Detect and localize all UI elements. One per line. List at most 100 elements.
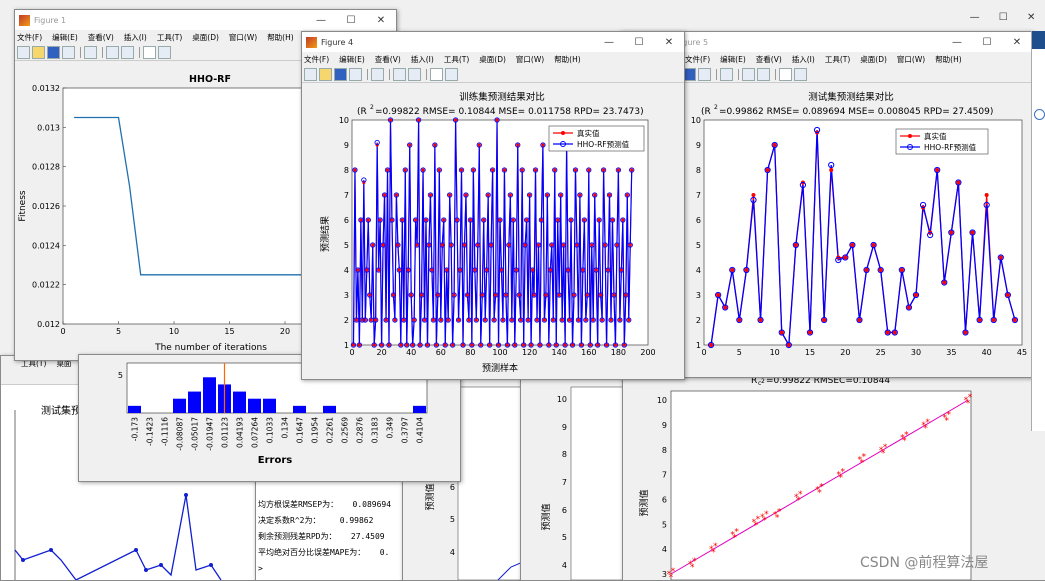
true-value-point [486,193,490,197]
close-button[interactable]: ✕ [654,37,684,48]
maximize-button[interactable]: ☐ [999,12,1008,26]
legend-icon[interactable] [121,45,134,59]
link-icon[interactable] [720,67,733,81]
menu-item[interactable]: 桌面(D) [192,32,219,43]
minimize-button[interactable]: — [942,37,972,48]
background-window-controls: — ☐ ✕ [960,12,1045,26]
close-button[interactable]: ✕ [366,15,396,26]
true-value-point [548,268,552,272]
menu-item[interactable]: 窗口(W) [897,54,925,65]
true-value-point [597,218,601,222]
print-icon[interactable] [62,45,75,59]
menu-item[interactable]: 查看(V) [88,32,114,43]
link-icon[interactable] [84,45,97,59]
close-button[interactable]: ✕ [1027,12,1035,26]
new-figure-icon[interactable] [304,67,317,81]
menu-item[interactable]: 文件(F) [304,54,329,65]
scatter-point: * [902,436,907,446]
true-value-point [491,168,495,172]
y-tick-label: 8 [344,166,349,175]
close-button[interactable]: ✕ [1002,37,1032,48]
link-icon[interactable] [371,67,384,81]
true-value-point [612,293,616,297]
minimize-button[interactable]: — [970,12,980,26]
menu-item[interactable]: 插入(I) [124,32,147,43]
menu-item[interactable]: 插入(I) [411,54,434,65]
property-editor-icon[interactable] [158,45,171,59]
pointer-icon[interactable] [430,67,443,81]
minimize-button[interactable]: — [594,37,624,48]
menu-item[interactable]: 工具(T) [444,54,469,65]
true-value-point [456,318,461,322]
true-value-point [530,268,535,272]
maximize-button[interactable]: ☐ [972,37,1002,48]
open-icon[interactable] [32,45,45,59]
true-value-point [452,293,456,297]
menu-item[interactable]: 编辑(E) [720,54,746,65]
x-tick-label: 15 [805,348,815,357]
menu-item[interactable]: 帮助(H) [935,54,962,65]
property-editor-icon[interactable] [445,67,458,81]
true-value-point [822,318,827,322]
true-value-point [421,168,425,172]
pointer-icon[interactable] [779,67,792,81]
menu-item[interactable]: 工具(T) [157,32,182,43]
menu-item[interactable]: 帮助(H) [554,54,581,65]
property-editor-icon[interactable] [794,67,807,81]
true-value-point [899,268,904,272]
menu-item[interactable]: 文件(F) [685,54,710,65]
menu-item[interactable]: 工具(T) [825,54,850,65]
minimize-button[interactable]: — [306,15,336,26]
colorbar-icon[interactable] [742,67,755,81]
command-window: 均方根误差RMSEP为： 0.089694 决定系数R^2为： 0.99862 … [255,470,407,581]
true-value-point [591,318,595,322]
menu-item[interactable]: 查看(V) [756,54,782,65]
true-value-point [468,218,472,222]
true-value-point [829,168,834,172]
new-figure-icon[interactable] [17,45,30,59]
legend-icon[interactable] [757,67,770,81]
histogram-bar [128,405,141,413]
menu-item[interactable]: 编辑(E) [339,54,365,65]
true-value-point [772,143,777,147]
save-icon[interactable] [47,45,60,59]
legend-icon[interactable] [408,67,421,81]
pointer-icon[interactable] [143,45,156,59]
y-tick-label: 7 [696,191,701,200]
menu-item[interactable]: 窗口(W) [229,32,257,43]
plot-title: 测试集预测结果对比 [808,91,894,103]
true-value-point [600,318,604,322]
true-value-point [1005,293,1010,297]
blue-side-tab[interactable] [1032,31,1045,49]
calibration-scatter-plot: R c 2 =0.99822 RMSEC=0.10844 预测值 3456789… [638,376,973,580]
colorbar-icon[interactable] [106,45,119,59]
menu-item[interactable]: 文件(F) [17,32,42,43]
maximize-button[interactable]: ☐ [624,37,654,48]
menu-item[interactable]: 桌面(D) [860,54,887,65]
true-value-point [554,343,558,347]
print-icon[interactable] [349,67,362,81]
menu-item[interactable]: 编辑(E) [52,32,78,43]
search-icon[interactable] [1034,109,1045,120]
menu-item[interactable]: 桌面(D) [479,54,506,65]
true-value-point [914,293,918,297]
menu-item[interactable]: 帮助(H) [267,32,294,43]
print-icon[interactable] [698,67,711,81]
true-value-point [391,293,396,297]
save-icon[interactable] [334,67,347,81]
true-value-point [519,318,523,322]
svg-text:4: 4 [562,561,567,570]
svg-text:8: 8 [562,450,567,459]
open-icon[interactable] [319,67,332,81]
colorbar-icon[interactable] [393,67,406,81]
menu-item[interactable]: 窗口(W) [516,54,544,65]
maximize-button[interactable]: ☐ [336,15,366,26]
y-tick-label: 1 [696,341,701,350]
menu-item[interactable]: 插入(I) [792,54,815,65]
true-value-point [567,318,572,322]
true-value-point [579,343,583,347]
svg-text:10: 10 [557,395,567,404]
y-tick-label: 10 [691,116,701,125]
menu-item[interactable]: 查看(V) [375,54,401,65]
x-tick-label: 40 [406,348,416,357]
